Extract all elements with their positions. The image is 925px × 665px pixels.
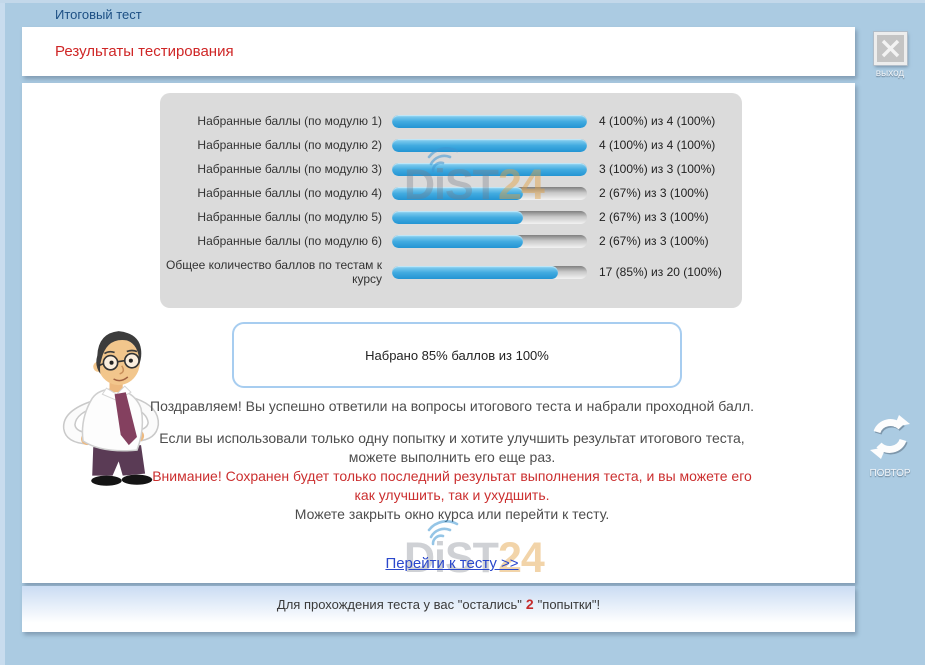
results-main-panel: Набранные баллы (по модулю 1) 4 (100%) и… [22,83,855,583]
result-row: Набранные баллы (по модулю 4) 2 (67%) из… [160,181,742,205]
progress-bar-track [392,211,587,224]
progress-bar-track [392,235,587,248]
result-row: Набранные баллы (по модулю 1) 4 (100%) и… [160,109,742,133]
link-row: Перейти к тесту >> [150,555,754,573]
result-row-value: 2 (67%) из 3 (100%) [599,210,709,224]
top-edge-strip [0,0,925,3]
attempts-message: Для прохождения теста у вас "остались"2"… [277,596,600,612]
progress-bar-fill [392,211,523,224]
result-row-label: Набранные баллы (по модулю 2) [160,138,382,152]
result-messages: Поздравляем! Вы успешно ответили на вопр… [150,397,754,524]
result-row-value: 2 (67%) из 3 (100%) [599,186,709,200]
result-row-value: 3 (100%) из 3 (100%) [599,162,715,176]
result-row: Набранные баллы (по модулю 3) 3 (100%) и… [160,157,742,181]
close-info-message: Можете закрыть окно курса или перейти к … [150,505,754,524]
result-row-label: Набранные баллы (по модулю 3) [160,162,382,176]
exit-button[interactable]: выход [872,32,908,79]
result-row-value: 17 (85%) из 20 (100%) [599,265,722,279]
result-row-label: Общее количество баллов по тестам к курс… [160,258,382,286]
result-row-value: 4 (100%) из 4 (100%) [599,114,715,128]
result-row-label: Набранные баллы (по модулю 1) [160,114,382,128]
result-row-value: 2 (67%) из 3 (100%) [599,234,709,248]
progress-bar-track [392,163,587,176]
score-summary-box: Набрано 85% баллов из 100% [232,322,682,388]
repeat-arrows-icon [866,414,914,460]
result-row-label: Набранные баллы (по модулю 6) [160,234,382,248]
progress-bar-track [392,187,587,200]
warning-message: Внимание! Сохранен будет только последни… [150,467,754,505]
progress-bar-track [392,115,587,128]
progress-bar-track [392,139,587,152]
repeat-button-label: ПОВТОР [864,468,916,479]
result-row: Набранные баллы (по модулю 6) 2 (67%) из… [160,229,742,253]
progress-bar-fill [392,235,523,248]
close-icon[interactable] [874,32,907,65]
result-row-label: Набранные баллы (по модулю 4) [160,186,382,200]
result-row: Набранные баллы (по модулю 5) 2 (67%) из… [160,205,742,229]
header-panel: Результаты тестирования [22,27,855,76]
progress-bar-fill [392,187,523,200]
go-to-test-link[interactable]: Перейти к тесту >> [385,555,518,572]
attempts-footer-bar: Для прохождения теста у вас "остались"2"… [22,586,855,632]
result-row-value: 4 (100%) из 4 (100%) [599,138,715,152]
result-row-label: Набранные баллы (по модулю 5) [160,210,382,224]
result-row: Набранные баллы (по модулю 2) 4 (100%) и… [160,133,742,157]
progress-bar-fill [392,163,587,176]
page-title: Результаты тестирования [55,27,234,76]
left-edge-strip [0,0,5,665]
results-rows: Набранные баллы (по модулю 1) 4 (100%) и… [160,93,742,308]
score-summary-text: Набрано 85% баллов из 100% [365,348,549,363]
progress-bar-fill [392,266,558,279]
progress-bar-track [392,266,587,279]
attempts-count: 2 [526,596,534,612]
retry-info-message: Если вы использовали только одну попытку… [150,429,754,467]
congrats-message: Поздравляем! Вы успешно ответили на вопр… [150,397,754,416]
repeat-button[interactable]: ПОВТОР [864,414,916,479]
exit-button-label: выход [872,68,908,79]
application-window: Итоговый тест Результаты тестирования На… [0,0,925,665]
window-title: Итоговый тест [55,7,142,22]
progress-bar-fill [392,139,587,152]
result-row: Общее количество баллов по тестам к курс… [160,253,742,291]
progress-bar-fill [392,115,587,128]
